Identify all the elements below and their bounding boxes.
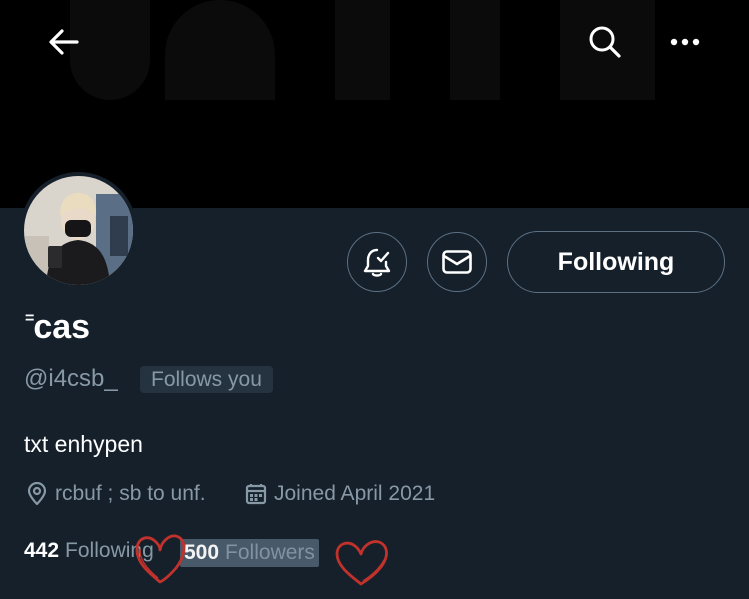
mail-icon [442, 250, 472, 274]
arrow-left-icon [49, 29, 79, 55]
banner-graphic [165, 0, 275, 100]
search-button[interactable] [585, 22, 625, 62]
search-icon [589, 26, 621, 58]
calendar-icon [245, 484, 267, 505]
banner-graphic [450, 0, 500, 100]
join-date: Joined April 2021 [245, 482, 435, 506]
followers-highlight: 500 Followers [180, 539, 319, 567]
following-button[interactable]: Following [507, 231, 725, 293]
notifications-button[interactable] [347, 232, 407, 292]
name-prefix-mark: = [25, 310, 34, 327]
display-name: = cas [25, 307, 90, 347]
follows-you-badge: Follows you [140, 366, 273, 393]
banner-graphic [335, 0, 390, 100]
bio-text: txt enhypen [24, 431, 143, 457]
avatar-photo [24, 176, 133, 285]
location-text: rcbuf ; sb to unf. [55, 482, 206, 505]
username-handle: @i4csb_ [24, 365, 118, 392]
bell-check-icon [363, 248, 391, 277]
message-button[interactable] [427, 232, 487, 292]
followers-stat[interactable]: 500 Followers [180, 539, 319, 567]
profile-banner[interactable] [0, 0, 749, 208]
location: rcbuf ; sb to unf. [26, 482, 206, 506]
location-pin-icon [27, 482, 47, 506]
more-button[interactable] [665, 22, 705, 62]
heart-doodle-icon [135, 534, 186, 584]
following-count: 442 [24, 539, 60, 562]
back-button[interactable] [44, 22, 84, 62]
heart-doodle-icon [335, 540, 388, 586]
avatar[interactable] [20, 172, 137, 289]
more-horizontal-icon [670, 38, 700, 46]
join-date-text: Joined April 2021 [274, 482, 436, 505]
followers-label: Followers [225, 541, 315, 564]
followers-count: 500 [184, 541, 220, 564]
display-name-text: cas [33, 308, 91, 346]
